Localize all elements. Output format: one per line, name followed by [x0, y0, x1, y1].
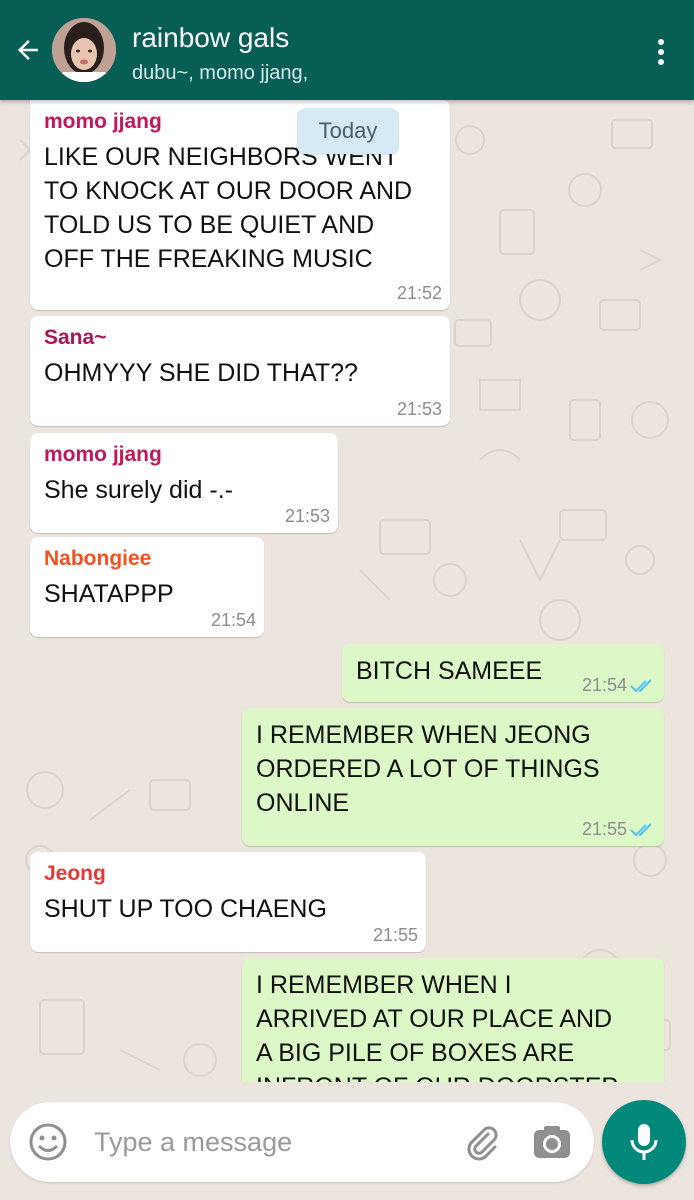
message-sender: Nabongiee	[44, 547, 152, 570]
composer-bar	[0, 1082, 694, 1200]
message-text: I REMEMBER WHEN I ARRIVED AT OUR PLACE A…	[256, 971, 618, 1082]
message-text: She surely did -.-	[44, 476, 233, 504]
attach-icon[interactable]	[462, 1122, 502, 1162]
emoji-icon[interactable]	[28, 1122, 68, 1162]
message-bubble-incoming[interactable]: Sana~ OHMYYY SHE DID THAT?? 21:53	[30, 316, 450, 426]
message-text: OHMYYY SHE DID THAT??	[44, 359, 358, 387]
back-arrow-icon[interactable]	[8, 30, 48, 70]
more-vert-icon[interactable]	[646, 32, 676, 72]
message-sender: momo jjang	[44, 443, 162, 466]
message-bubble-outgoing[interactable]: I REMEMBER WHEN I ARRIVED AT OUR PLACE A…	[242, 958, 664, 1082]
message-bubble-incoming[interactable]: momo jjang She surely did -.- 21:53	[30, 433, 338, 533]
date-divider: Today	[297, 108, 399, 154]
message-timestamp: 21:54	[210, 610, 256, 630]
message-status: 21:55	[582, 819, 656, 840]
mic-icon	[630, 1124, 658, 1160]
chat-header: rainbow gals dubu~, momo jjang,	[0, 0, 694, 100]
message-text: SHUT UP TOO CHAENG	[44, 895, 327, 923]
message-timestamp: 21:53	[284, 506, 330, 526]
message-sender: Sana~	[44, 326, 107, 349]
message-bubble-incoming[interactable]: Jeong SHUT UP TOO CHAENG 21:55	[30, 852, 426, 952]
mic-button[interactable]	[602, 1100, 686, 1184]
chat-participants[interactable]: dubu~, momo jjang,	[132, 62, 308, 85]
message-bubble-incoming[interactable]: Nabongiee SHATAPPP 21:54	[30, 537, 264, 637]
message-input-box[interactable]	[10, 1102, 594, 1182]
message-bubble-outgoing[interactable]: I REMEMBER WHEN JEONG ORDERED A LOT OF T…	[242, 708, 664, 846]
message-bubble-outgoing[interactable]: BITCH SAMEEE 21:54	[342, 644, 664, 702]
message-sender: Jeong	[44, 862, 106, 885]
message-text: LIKE OUR NEIGHBORS WENT TO KNOCK AT OUR …	[44, 143, 413, 273]
double-check-icon	[630, 678, 652, 692]
message-list[interactable]: Today momo jjang LIKE OUR NEIGHBORS WENT…	[0, 100, 694, 1082]
message-timestamp: 21:53	[396, 399, 442, 419]
message-status: 21:54	[582, 675, 656, 696]
message-timestamp: 21:52	[396, 283, 442, 303]
message-timestamp: 21:54	[581, 675, 627, 695]
message-timestamp: 21:55	[372, 925, 418, 945]
double-check-icon	[630, 822, 652, 836]
message-input[interactable]	[94, 1120, 434, 1164]
chat-title[interactable]: rainbow gals	[132, 22, 289, 54]
group-avatar[interactable]	[52, 18, 116, 82]
message-text: SHATAPPP	[44, 580, 174, 608]
message-timestamp: 21:55	[581, 819, 627, 839]
camera-icon[interactable]	[530, 1122, 574, 1162]
message-text: I REMEMBER WHEN JEONG ORDERED A LOT OF T…	[256, 721, 600, 817]
